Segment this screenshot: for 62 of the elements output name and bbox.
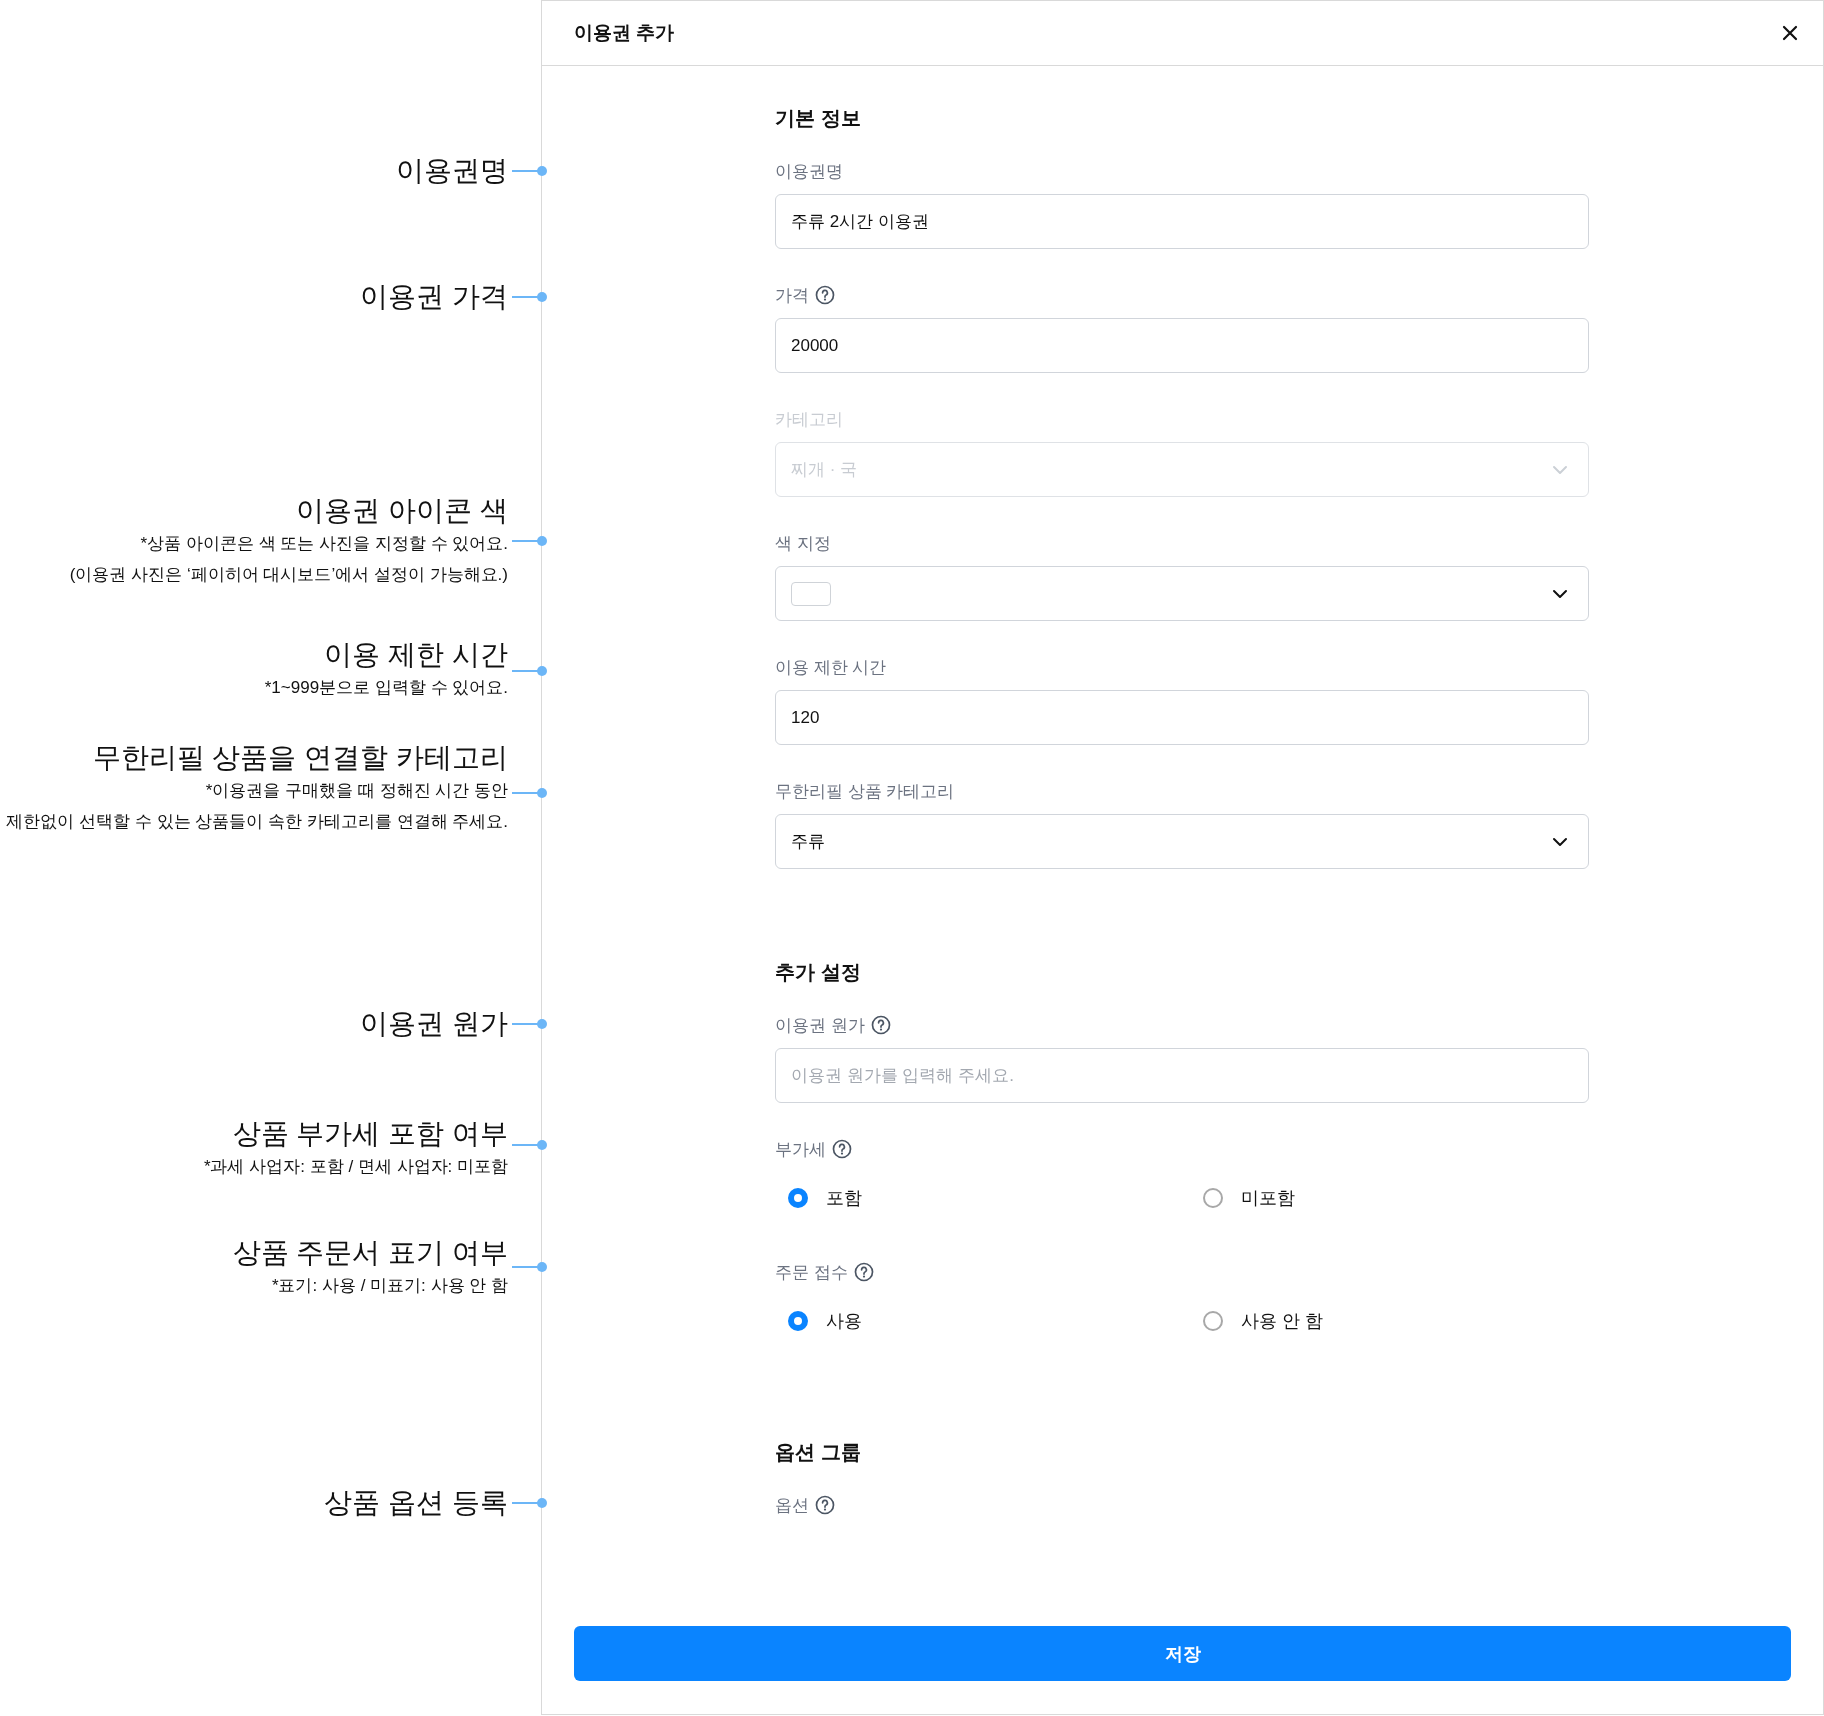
radio-label[interactable]: 사용 <box>826 1309 862 1333</box>
leader-line <box>512 1018 548 1030</box>
leader-line <box>512 787 548 799</box>
annotation-title: 상품 옵션 등록 <box>324 1486 508 1520</box>
field-label: 이용 제한 시간 <box>775 656 887 679</box>
annotation-title: 이용권 아이콘 색 <box>296 494 508 528</box>
chevron-down-icon <box>1552 836 1568 847</box>
help-icon[interactable] <box>815 285 835 305</box>
text-input[interactable]: 120 <box>775 690 1589 745</box>
help-icon[interactable] <box>853 1262 874 1282</box>
annotation-title: 상품 부가세 포함 여부 <box>232 1117 508 1151</box>
help-icon[interactable] <box>815 1495 835 1515</box>
annotation-note: *표기: 사용 / 미표기: 사용 안 함 <box>271 1275 508 1297</box>
field-label: 부가세 <box>775 1138 826 1161</box>
field-label: 옵션 <box>775 1494 809 1517</box>
field-label: 주문 접수 <box>775 1261 848 1284</box>
text-input[interactable]: 20000 <box>775 318 1589 373</box>
leader-line <box>512 535 548 547</box>
field-label: 무한리필 상품 카테고리 <box>775 780 955 803</box>
radio-button[interactable] <box>1203 1188 1223 1208</box>
help-icon[interactable] <box>870 1015 891 1035</box>
save-button[interactable]: 저장 <box>574 1626 1791 1681</box>
annotation-note: *이용권을 구매했을 때 정해진 시간 동안 <box>205 780 508 802</box>
radio-button[interactable] <box>788 1311 808 1331</box>
chevron-down-icon <box>1552 464 1568 475</box>
annotation-note: *과세 사업자: 포함 / 면세 사업자: 미포함 <box>203 1156 508 1178</box>
field-label: 이용권 원가 <box>775 1014 865 1037</box>
close-icon[interactable] <box>1781 24 1799 42</box>
annotation-note: *상품 아이콘은 색 또는 사진을 지정할 수 있어요. <box>140 533 508 555</box>
radio-label[interactable]: 미포함 <box>1241 1186 1295 1210</box>
text-input[interactable]: 주류 2시간 이용권 <box>775 194 1589 249</box>
leader-line <box>512 665 548 677</box>
annotation-title: 이용권명 <box>396 154 508 188</box>
field-label: 가격 <box>775 284 809 307</box>
annotation-title: 상품 주문서 표기 여부 <box>232 1236 508 1270</box>
annotation-title: 이용권 가격 <box>360 280 508 314</box>
annotation-note: 제한없이 선택할 수 있는 상품들이 속한 카테고리를 연결해 주세요. <box>6 811 508 833</box>
leader-line <box>512 1497 548 1509</box>
radio-label[interactable]: 포함 <box>826 1186 862 1210</box>
radio-button[interactable] <box>1203 1311 1223 1331</box>
leader-line <box>512 1261 548 1273</box>
dialog-title: 이용권 추가 <box>574 21 675 45</box>
select-field[interactable]: 주류 <box>775 814 1589 869</box>
leader-line <box>512 165 548 177</box>
annotation-title: 이용 제한 시간 <box>324 638 508 672</box>
annotation-title: 이용권 원가 <box>360 1007 508 1041</box>
annotation-note: (이용권 사진은 ‘페이히어 대시보드’에서 설정이 가능해요.) <box>69 564 508 586</box>
help-icon[interactable] <box>832 1139 852 1159</box>
text-input[interactable]: 이용권 원가를 입력해 주세요. <box>775 1048 1589 1103</box>
chevron-down-icon <box>1552 588 1568 599</box>
annotation-note: *1~999분으로 입력할 수 있어요. <box>264 677 508 699</box>
field-label: 색 지정 <box>775 532 831 555</box>
color-select[interactable] <box>775 566 1589 621</box>
section-title: 옵션 그룹 <box>775 1440 862 1464</box>
section-title: 추가 설정 <box>775 960 862 984</box>
leader-line <box>512 1139 548 1151</box>
radio-label[interactable]: 사용 안 함 <box>1241 1309 1323 1333</box>
leader-line <box>512 291 548 303</box>
section-title: 기본 정보 <box>775 106 862 130</box>
radio-button[interactable] <box>788 1188 808 1208</box>
annotation-title: 무한리필 상품을 연결할 카테고리 <box>92 741 508 775</box>
field-label: 이용권명 <box>775 160 843 183</box>
